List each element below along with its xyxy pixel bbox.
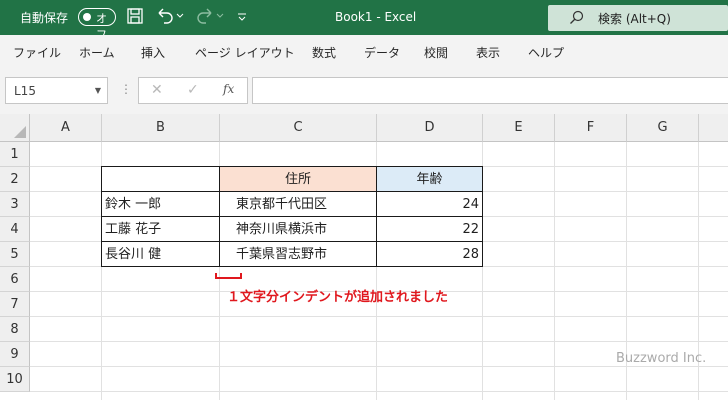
name-box-value: L15 [14, 84, 36, 98]
enter-icon[interactable]: ✓ [187, 82, 199, 98]
formula-buttons: ✕ ✓ fx [138, 77, 248, 104]
tab-view[interactable]: 表示 [476, 44, 500, 61]
tab-file[interactable]: ファイル [13, 44, 61, 61]
watermark: Buzzword Inc. [616, 351, 707, 366]
select-all-button[interactable] [0, 114, 30, 142]
title-bar: 自動保存 オフ Book1 - Excel 検索 (Alt+Q) [0, 0, 728, 41]
row-header-3[interactable]: 3 [0, 192, 30, 217]
row-header-6[interactable]: 6 [0, 267, 30, 292]
indent-bracket [215, 273, 242, 279]
row-header-7[interactable]: 7 [0, 292, 30, 317]
gridline [30, 391, 728, 392]
column-header-c[interactable]: C [220, 114, 377, 142]
undo-icon[interactable] [155, 7, 184, 27]
column-header-h[interactable] [699, 114, 728, 142]
insert-function-icon[interactable]: fx [223, 82, 234, 96]
cell-c3-address[interactable]: 東京都千代田区 [219, 191, 377, 217]
autosave-toggle[interactable]: オフ [78, 8, 116, 41]
gridline [30, 341, 728, 342]
column-header-f[interactable]: F [555, 114, 627, 142]
cell-c5-address[interactable]: 千葉県習志野市 [219, 241, 377, 267]
row-header-1[interactable]: 1 [0, 142, 30, 167]
row-header-4[interactable]: 4 [0, 217, 30, 242]
ribbon-tabs: ファイル ホーム 挿入 ページ レイアウト 数式 データ 校閲 表示 ヘルプ [0, 35, 728, 67]
cell-d3-age[interactable]: 24 [376, 191, 483, 217]
annotation-text: １文字分インデントが追加されました [227, 290, 449, 305]
cancel-icon[interactable]: ✕ [151, 82, 163, 98]
chevron-down-icon[interactable]: ▼ [95, 86, 101, 95]
row-header-2[interactable]: 2 [0, 167, 30, 192]
cell-d4-age[interactable]: 22 [376, 216, 483, 242]
cell-c4-address[interactable]: 神奈川県横浜市 [219, 216, 377, 242]
select-all-icon [14, 126, 26, 138]
gridline [30, 316, 728, 317]
cell-b4-name[interactable]: 工藤 花子 [101, 216, 220, 242]
column-header-e[interactable]: E [483, 114, 555, 142]
cell-c2-address-header[interactable]: 住所 [219, 166, 377, 192]
name-box[interactable]: L15 ▼ [5, 77, 108, 104]
row-header-10[interactable]: 10 [0, 367, 30, 392]
search-icon [569, 10, 585, 26]
tab-data[interactable]: データ [364, 44, 400, 61]
gridline [30, 366, 728, 367]
redo-icon[interactable] [195, 7, 224, 27]
cell-b3-name[interactable]: 鈴木 一郎 [101, 191, 220, 217]
formula-bar: L15 ▼ ⋮ ✕ ✓ fx [0, 67, 728, 114]
column-header-d[interactable]: D [377, 114, 483, 142]
row-header-5[interactable]: 5 [0, 242, 30, 267]
tab-formulas[interactable]: 数式 [312, 44, 336, 61]
column-header-a[interactable]: A [30, 114, 102, 142]
tab-insert[interactable]: 挿入 [141, 44, 165, 61]
save-icon[interactable] [126, 7, 146, 27]
tab-home[interactable]: ホーム [79, 44, 115, 61]
autosave-label: 自動保存 [20, 11, 69, 25]
cell-d2-age-header[interactable]: 年齢 [376, 166, 483, 192]
cell-b2[interactable] [101, 166, 220, 192]
formula-input[interactable] [252, 77, 728, 104]
row-header-8[interactable]: 8 [0, 317, 30, 342]
drag-handle-icon[interactable]: ⋮ [120, 82, 132, 96]
tab-page-layout[interactable]: ページ レイアウト [195, 44, 295, 61]
tab-help[interactable]: ヘルプ [528, 44, 564, 61]
customize-toolbar-icon[interactable] [236, 7, 256, 27]
search-label: 検索 (Alt+Q) [598, 12, 671, 26]
document-title: Book1 - Excel [335, 10, 417, 24]
column-header-b[interactable]: B [102, 114, 220, 142]
tab-review[interactable]: 校閲 [424, 44, 448, 61]
gridline [554, 142, 555, 400]
column-header-g[interactable]: G [627, 114, 699, 142]
toggle-knob [83, 13, 91, 21]
cell-b5-name[interactable]: 長谷川 健 [101, 241, 220, 267]
search-box[interactable]: 検索 (Alt+Q) [548, 5, 728, 31]
row-header-9[interactable]: 9 [0, 342, 30, 367]
cell-d5-age[interactable]: 28 [376, 241, 483, 267]
